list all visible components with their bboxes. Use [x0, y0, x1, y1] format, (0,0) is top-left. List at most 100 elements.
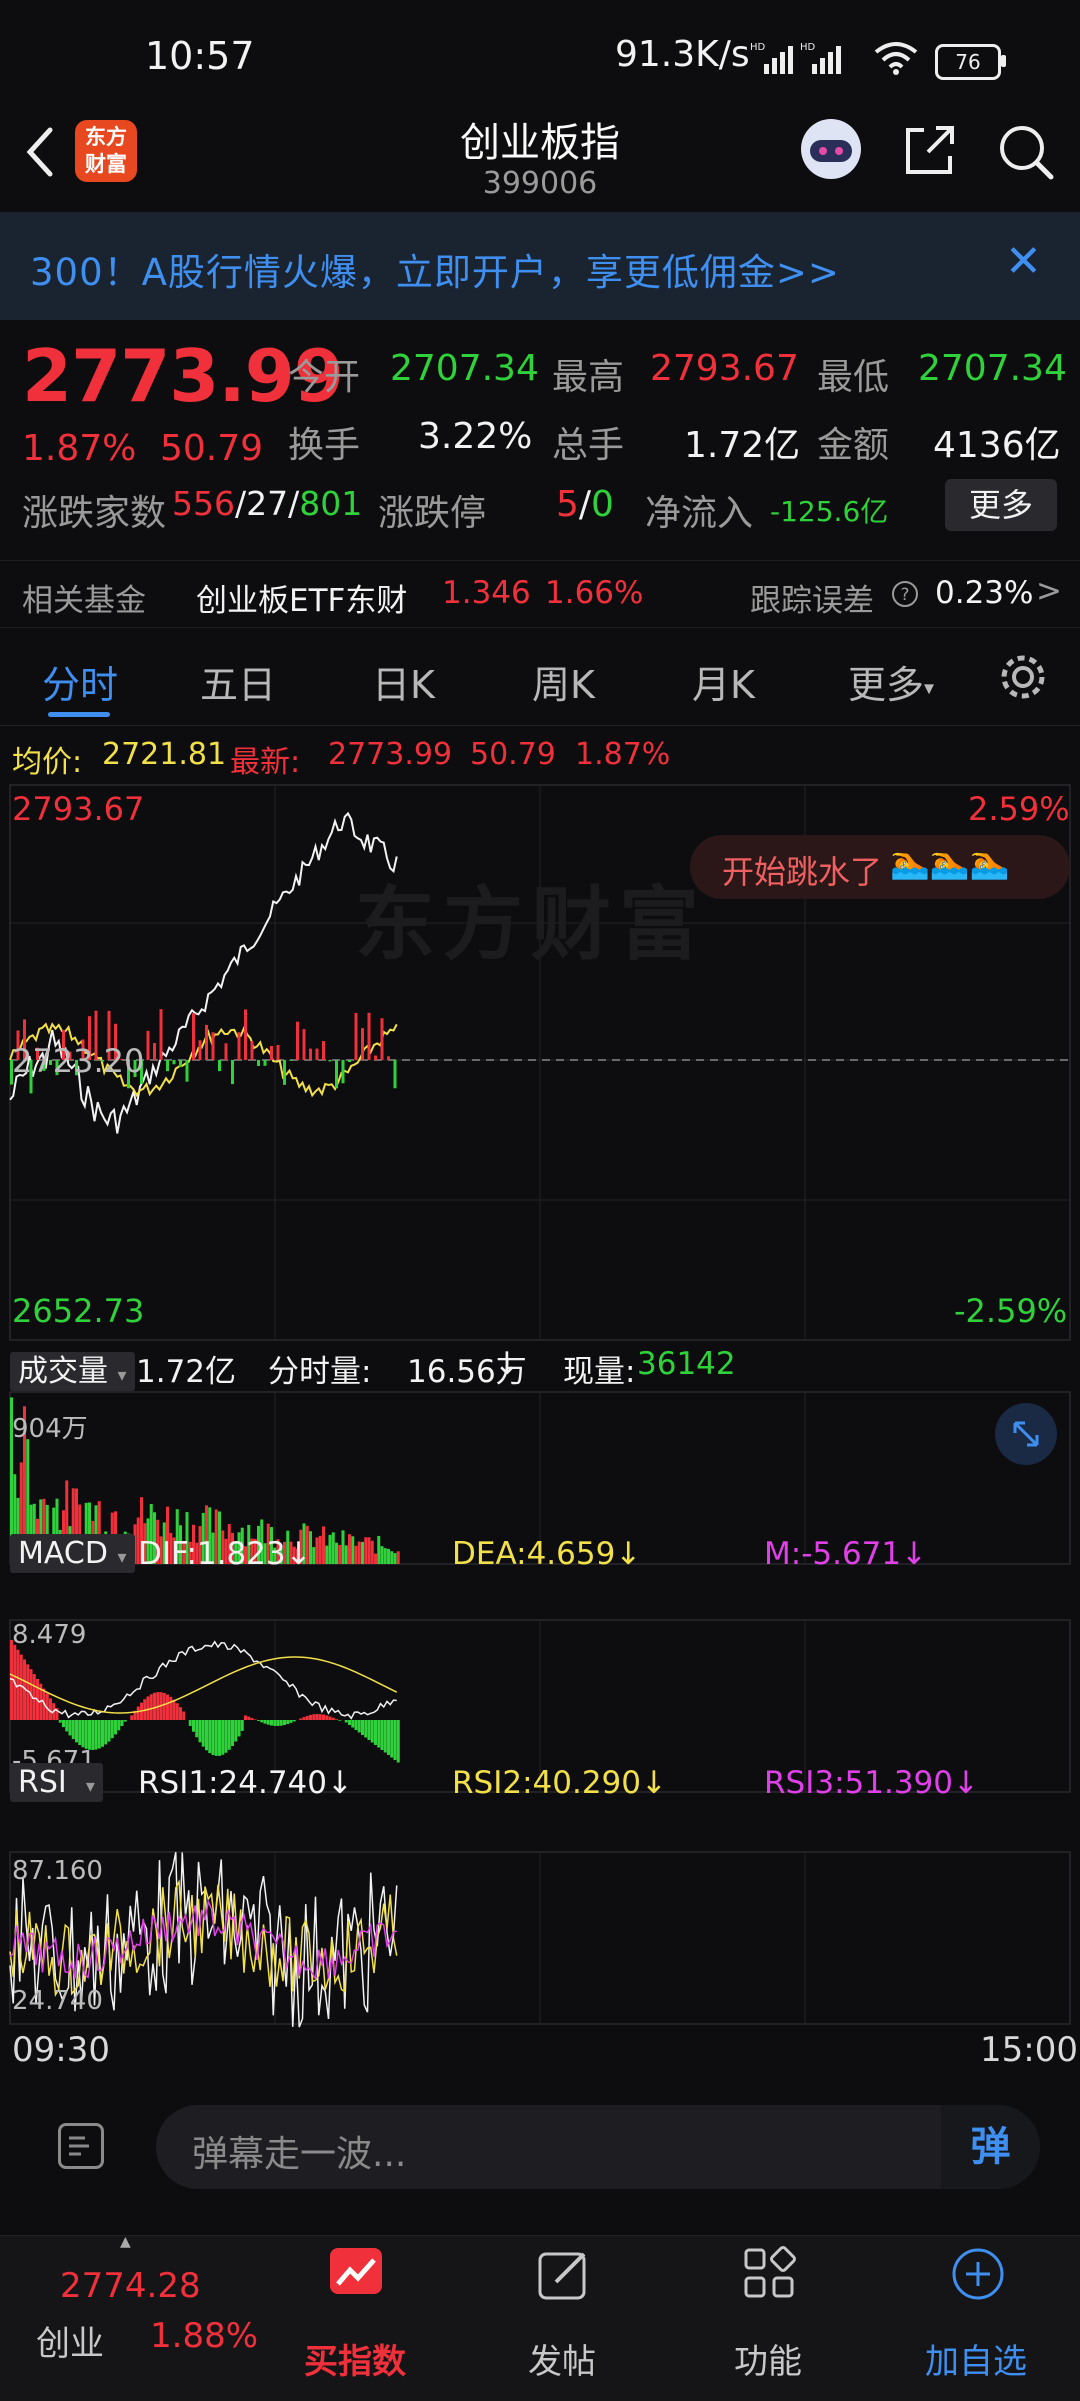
- macd-bar: [267, 1720, 270, 1725]
- close-icon[interactable]: ✕: [1005, 236, 1042, 287]
- help-icon[interactable]: ?: [890, 579, 920, 609]
- high-label: 最高: [552, 348, 624, 400]
- macd-bar: [368, 1720, 371, 1740]
- rsi-indicator-select[interactable]: RSI ▾: [10, 1763, 103, 1802]
- chart-legend: 均价: 2721.81 最新: 2773.99 50.79 1.87%: [0, 735, 1080, 779]
- intraday-chart[interactable]: 2793.67 2.59% 2723.20 2652.73 -2.59% 东方财…: [0, 780, 1080, 2070]
- macd-bar: [33, 1674, 36, 1720]
- macd-bar: [299, 1718, 302, 1720]
- danmaku-input[interactable]: 弹幕走一波... 弹: [156, 2105, 1040, 2189]
- macd-bar: [199, 1720, 202, 1742]
- nav-functions[interactable]: 功能: [668, 2236, 868, 2401]
- svg-text:?: ?: [900, 585, 909, 605]
- promo-text[interactable]: 300！A股行情火爆，立即开户，享更低佣金>>: [30, 242, 840, 296]
- flow-bar: [335, 1060, 338, 1088]
- fund-label: 相关基金: [22, 575, 146, 620]
- nav-add-watchlist[interactable]: 加自选: [876, 2236, 1076, 2401]
- dropdown-icon: ▾: [86, 1776, 95, 1797]
- macd-bar: [121, 1720, 124, 1726]
- macd-bar: [212, 1720, 215, 1755]
- macd-bar: [72, 1720, 75, 1739]
- alert-bubble[interactable]: 开始跳水了 🏊🏊🏊: [690, 835, 1070, 899]
- macd-bar: [153, 1693, 156, 1720]
- macd-indicator-select[interactable]: MACD ▾: [10, 1534, 135, 1573]
- macd-bar: [111, 1720, 114, 1738]
- tab-daily[interactable]: 日K: [372, 654, 435, 709]
- macd-bar: [176, 1703, 179, 1720]
- macd-bar: [277, 1720, 280, 1726]
- macd-bar: [228, 1720, 231, 1750]
- macd-bar: [329, 1716, 332, 1720]
- flow-bar: [322, 1041, 325, 1060]
- promo-banner[interactable]: 300！A股行情火爆，立即开户，享更低佣金>> ✕: [0, 212, 1080, 320]
- macd-bar: [241, 1720, 244, 1731]
- volume-indicator-select[interactable]: 成交量 ▾: [10, 1352, 135, 1391]
- volume-bar: [335, 1543, 338, 1564]
- status-time: 10:57: [145, 34, 255, 78]
- period-tabs: 分时 五日 日K 周K 月K 更多▾: [0, 630, 1080, 726]
- macd-dif: DIF:1.823↓: [138, 1536, 312, 1572]
- limit-up: 5: [556, 484, 579, 525]
- danmaku-send-button[interactable]: 弹: [941, 2105, 1040, 2189]
- volume-bar: [312, 1547, 315, 1564]
- tab-intraday[interactable]: 分时: [42, 654, 118, 709]
- mini-index-quote[interactable]: ▲ 2774.28 创业 1.88%: [0, 2236, 260, 2401]
- macd-bar: [147, 1696, 150, 1720]
- macd-bar: [257, 1720, 260, 1721]
- macd-bar: [202, 1720, 205, 1747]
- robot-assistant-icon[interactable]: [798, 116, 864, 182]
- more-button[interactable]: 更多: [945, 479, 1057, 531]
- rsi2: RSI2:40.290↓: [452, 1765, 667, 1801]
- macd-bar: [234, 1720, 237, 1742]
- volume-bar: [322, 1526, 325, 1564]
- flow-bar: [303, 1029, 306, 1060]
- macd-bar: [169, 1697, 172, 1720]
- volume-bar: [351, 1536, 354, 1564]
- macd-dif-arrow: ↓: [286, 1536, 312, 1572]
- breadth-label: 涨跌家数: [22, 484, 166, 536]
- nav-add-watchlist-label: 加自选: [876, 2334, 1076, 2383]
- rsi3: RSI3:51.390↓: [764, 1765, 979, 1801]
- flow-bar: [296, 1022, 299, 1060]
- settings-icon[interactable]: [998, 652, 1048, 702]
- volume-bar: [390, 1551, 393, 1564]
- volume-select-label: 成交量: [18, 1354, 108, 1389]
- tab-more[interactable]: 更多▾: [848, 654, 934, 709]
- macd-bar: [195, 1720, 198, 1737]
- nav-post[interactable]: 发帖: [462, 2236, 662, 2401]
- danmaku-placeholder: 弹幕走一波...: [192, 2125, 406, 2177]
- danmaku-list-icon[interactable]: [58, 2123, 104, 2169]
- expand-button[interactable]: [995, 1403, 1057, 1465]
- macd-bar: [218, 1720, 221, 1756]
- fund-name[interactable]: 创业板ETF东财: [196, 575, 407, 620]
- alert-text: 开始跳水了: [722, 847, 882, 893]
- tab-weekly[interactable]: 周K: [532, 654, 595, 709]
- nav-post-label: 发帖: [462, 2334, 662, 2383]
- netflow-label: 净流入: [645, 484, 753, 536]
- macd-bar: [78, 1720, 81, 1745]
- share-icon[interactable]: [902, 122, 958, 178]
- tab-5day[interactable]: 五日: [200, 654, 276, 709]
- watermark: 东方财富: [355, 860, 707, 976]
- search-icon[interactable]: [996, 122, 1056, 182]
- volume-max: 904万: [12, 1408, 88, 1445]
- macd-bar: [332, 1718, 335, 1720]
- flow-bar: [387, 1056, 390, 1060]
- flow-bar: [348, 1060, 351, 1062]
- nav-buy-index[interactable]: 买指数: [255, 2236, 455, 2401]
- chevron-right-icon[interactable]: >: [1036, 573, 1062, 609]
- tab-monthly[interactable]: 月K: [692, 654, 755, 709]
- trend-chart-icon: [328, 2246, 384, 2302]
- related-fund-row[interactable]: 相关基金 创业板ETF东财 1.346 1.66% 跟踪误差 ? 0.23% >: [0, 560, 1080, 628]
- macd-bar: [62, 1720, 65, 1727]
- fund-price: 1.346: [442, 575, 531, 611]
- now-volume: 36142: [637, 1346, 736, 1382]
- flow-bar: [199, 1040, 202, 1060]
- macd-bar: [270, 1720, 273, 1725]
- macd-bar: [49, 1698, 52, 1720]
- macd-bar: [124, 1720, 127, 1722]
- signal-icon: HD HD: [750, 40, 850, 76]
- price-line: [10, 813, 397, 1133]
- breadth-flat: 27: [246, 484, 288, 523]
- macd-bar: [335, 1719, 338, 1720]
